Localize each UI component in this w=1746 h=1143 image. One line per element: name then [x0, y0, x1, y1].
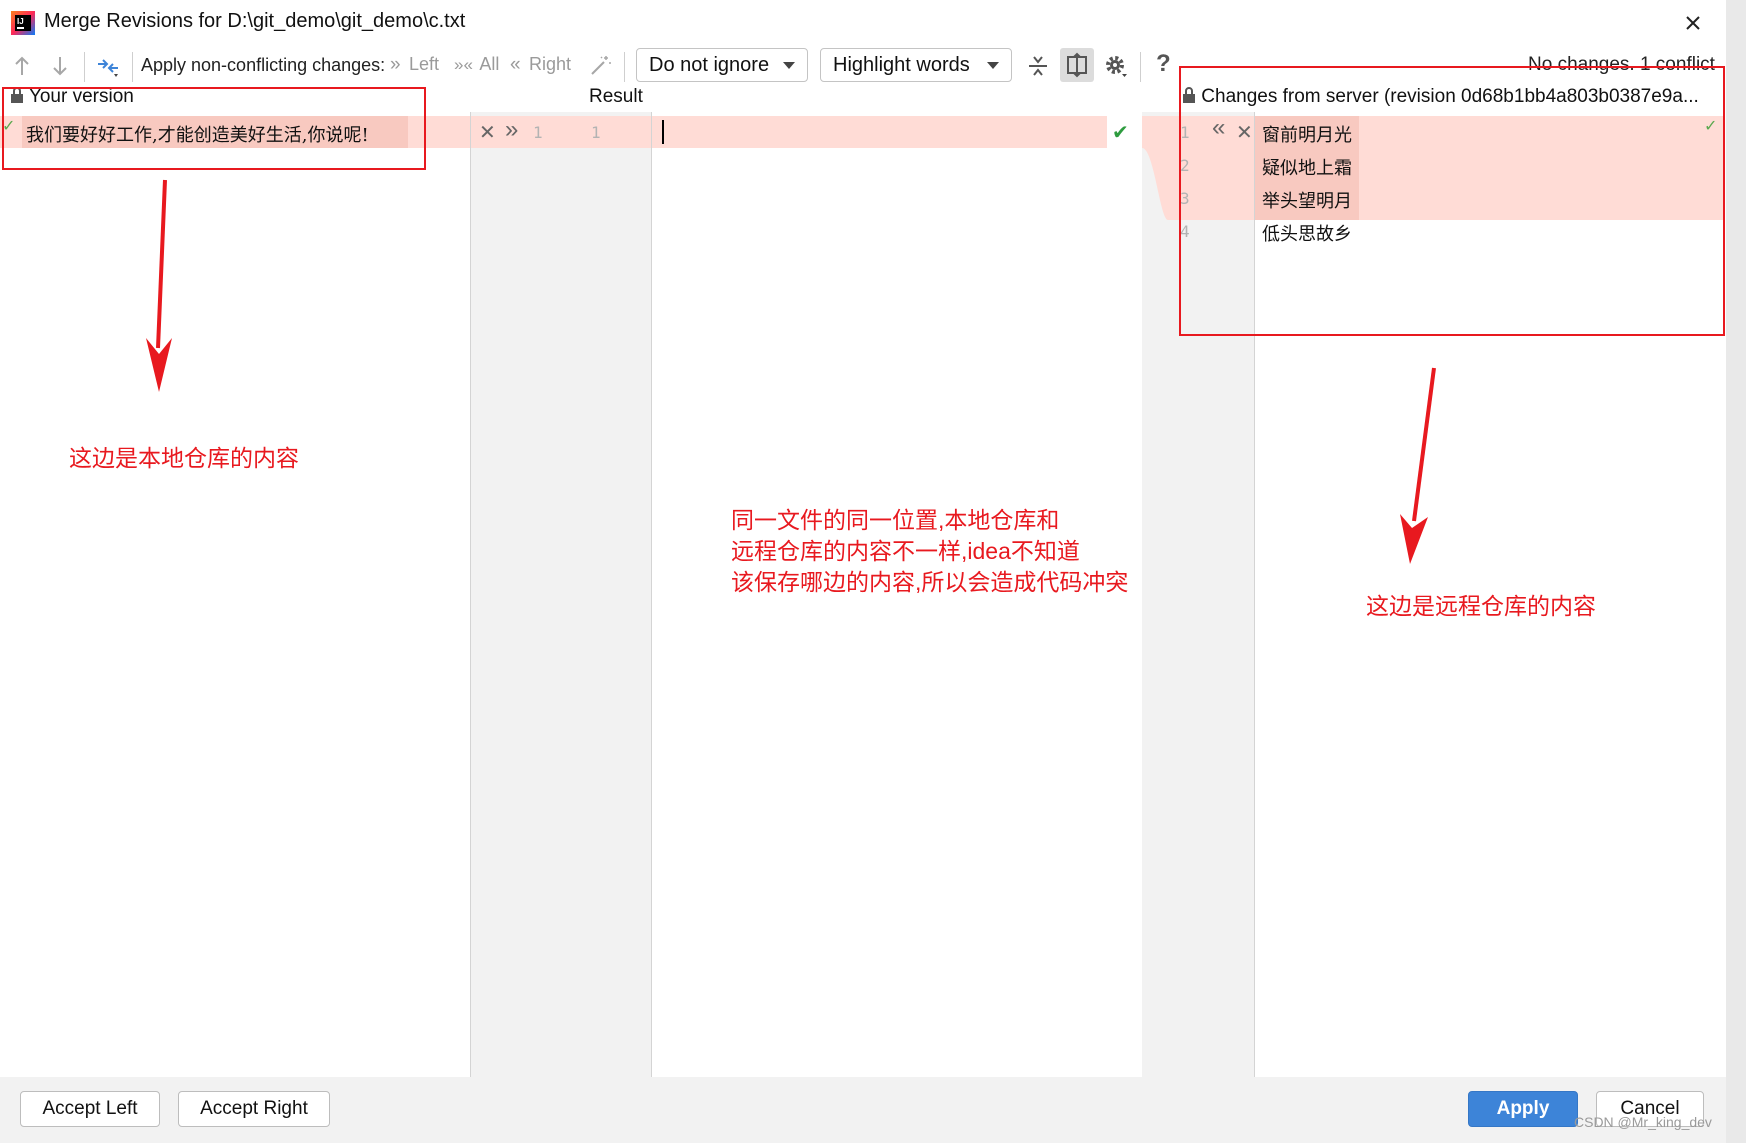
chevron-down-icon	[987, 62, 999, 69]
help-icon: ?	[1156, 50, 1171, 77]
result-line-number: 1	[591, 123, 601, 142]
annotation-middle-note-line-1: 同一文件的同一位置,本地仓库和	[731, 507, 1060, 533]
svg-text:IJ: IJ	[17, 17, 24, 26]
arrow-down-icon	[53, 57, 67, 76]
merge-arrows-icon	[98, 59, 118, 77]
arrow-up-icon	[15, 56, 29, 75]
result-conflict-highlight	[652, 116, 1107, 148]
collapse-icon	[1029, 56, 1047, 76]
apply-non-conflicting-label: Apply non-conflicting changes:	[141, 55, 386, 75]
left-line-number: 1	[533, 123, 543, 142]
apply-left-label: Left	[409, 54, 440, 74]
collapse-unchanged-button[interactable]	[1024, 52, 1052, 80]
toolbar-separator	[132, 52, 133, 82]
sync-scroll-toggle[interactable]	[1060, 48, 1094, 82]
annotation-left-note: 这边是本地仓库的内容	[69, 445, 299, 471]
double-chevron-right-icon: »	[390, 54, 401, 75]
whitespace-ignore-dropdown[interactable]: Do not ignore	[636, 48, 808, 82]
annotation-arrow-left	[146, 179, 172, 392]
settings-button[interactable]	[1102, 52, 1130, 80]
previous-difference-button[interactable]	[8, 52, 36, 80]
annotation-middle-note-line-2: 远程仓库的内容不一样,idea不知道	[731, 538, 1080, 564]
sync-scroll-icon	[1067, 52, 1087, 78]
accept-left-change-button[interactable]: »	[505, 116, 518, 144]
discard-left-button[interactable]: ✕	[479, 120, 496, 145]
apply-all-label: All	[479, 54, 500, 74]
accept-left-button[interactable]: Accept Left	[20, 1091, 160, 1127]
watermark: CSDN @Mr_king_dev	[1574, 1114, 1712, 1130]
text-cursor	[662, 120, 664, 144]
double-chevron-both-icon: »«	[454, 55, 473, 74]
annotation-middle-note-line-3: 该保存哪边的内容,所以会造成代码冲突	[731, 569, 1129, 595]
annotation-right-note: 这边是远程仓库的内容	[1366, 593, 1596, 619]
highlight-mode-dropdown[interactable]: Highlight words	[820, 48, 1012, 82]
magic-wand-icon	[591, 56, 611, 75]
resolved-checkmark-icon[interactable]: ✔	[1112, 120, 1129, 145]
intellij-logo-icon: IJ	[10, 10, 36, 36]
window-title: Merge Revisions for D:\git_demo\git_demo…	[44, 10, 466, 32]
gutter-conflict-highlight	[471, 116, 651, 148]
apply-right-button[interactable]: « Right	[510, 54, 571, 80]
accept-right-button[interactable]: Accept Right	[178, 1091, 330, 1127]
close-button[interactable]	[1676, 6, 1710, 40]
apply-right-label: Right	[529, 54, 572, 74]
annotation-box-left	[2, 87, 426, 170]
apply-left-button[interactable]: » Left	[390, 54, 439, 80]
button-bar: Accept Left Accept Right Apply Cancel	[0, 1077, 1726, 1143]
whitespace-ignore-value: Do not ignore	[649, 54, 770, 76]
toolbar-separator	[84, 52, 85, 82]
chevron-down-icon	[783, 62, 795, 69]
window-edge	[1726, 0, 1746, 1143]
toolbar-separator	[624, 52, 625, 82]
left-editor[interactable]: ✓ 我们要好好工作,才能创造美好生活,你说呢!	[0, 112, 470, 1077]
apply-non-conflicting-button[interactable]	[94, 52, 122, 80]
annotation-arrow-right	[1400, 367, 1436, 564]
close-icon: ✕	[479, 122, 496, 144]
apply-all-button[interactable]: »« All	[454, 54, 499, 80]
help-button[interactable]: ?	[1156, 50, 1171, 78]
title-bar: IJ Merge Revisions for D:\git_demo\git_d…	[0, 0, 1746, 46]
highlight-mode-value: Highlight words	[833, 54, 970, 76]
annotation-box-right	[1179, 66, 1725, 336]
close-icon	[1686, 16, 1700, 30]
left-gutter: ✕ » 1 1	[470, 112, 652, 1077]
toolbar-separator	[1140, 52, 1141, 82]
magic-resolve-button[interactable]	[586, 52, 614, 80]
gear-icon	[1106, 56, 1127, 77]
next-difference-button[interactable]	[46, 52, 74, 80]
apply-button[interactable]: Apply	[1468, 1091, 1578, 1127]
result-header: Result	[589, 86, 643, 107]
double-chevron-left-icon: «	[510, 54, 521, 75]
double-chevron-right-icon: »	[505, 116, 519, 143]
